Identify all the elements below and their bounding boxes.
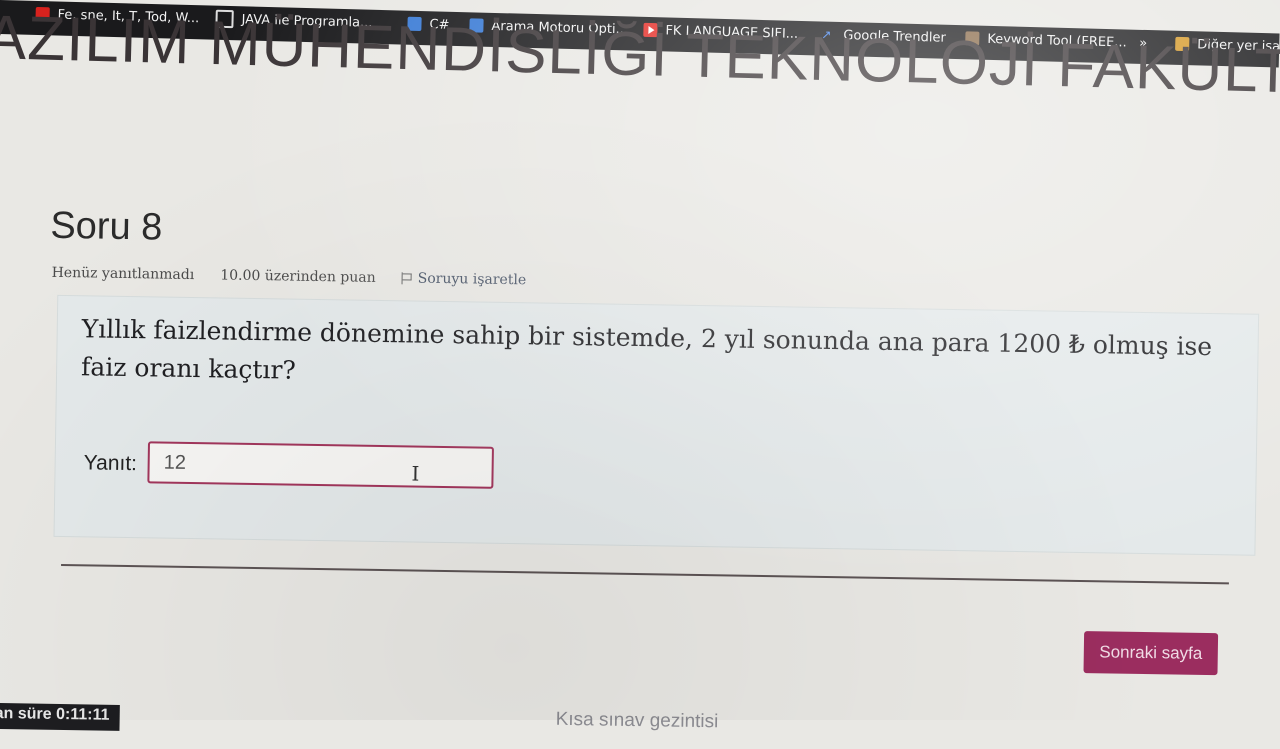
text-cursor-icon: I bbox=[411, 461, 420, 486]
question-status: Henüz yanıtlanmadı bbox=[51, 264, 195, 284]
next-page-button[interactable]: Sonraki sayfa bbox=[1083, 631, 1219, 676]
question-points: 10.00 üzerinden puan bbox=[220, 267, 376, 286]
question-page: Soru 8 Henüz yanıtlanmadı 10.00 üzerinde… bbox=[0, 0, 1280, 740]
answer-label: Yanıt: bbox=[83, 451, 138, 476]
question-info: Henüz yanıtlanmadı 10.00 üzerinden puan … bbox=[52, 265, 527, 288]
answer-input[interactable] bbox=[147, 441, 494, 489]
question-title: Soru 8 bbox=[50, 204, 163, 249]
question-text: Yıllık faizlendirme dönemine sahip bir s… bbox=[81, 310, 1232, 404]
quiz-navigation-link[interactable]: Kısa sınav gezintisi bbox=[556, 709, 719, 734]
time-remaining: an süre 0:11:11 bbox=[0, 702, 120, 731]
flag-question-link[interactable]: Soruyu işaretle bbox=[402, 270, 527, 289]
divider bbox=[61, 563, 1229, 585]
flag-label: Soruyu işaretle bbox=[417, 270, 527, 289]
question-box: Yıllık faizlendirme dönemine sahip bir s… bbox=[53, 294, 1260, 556]
flag-icon bbox=[402, 272, 412, 284]
